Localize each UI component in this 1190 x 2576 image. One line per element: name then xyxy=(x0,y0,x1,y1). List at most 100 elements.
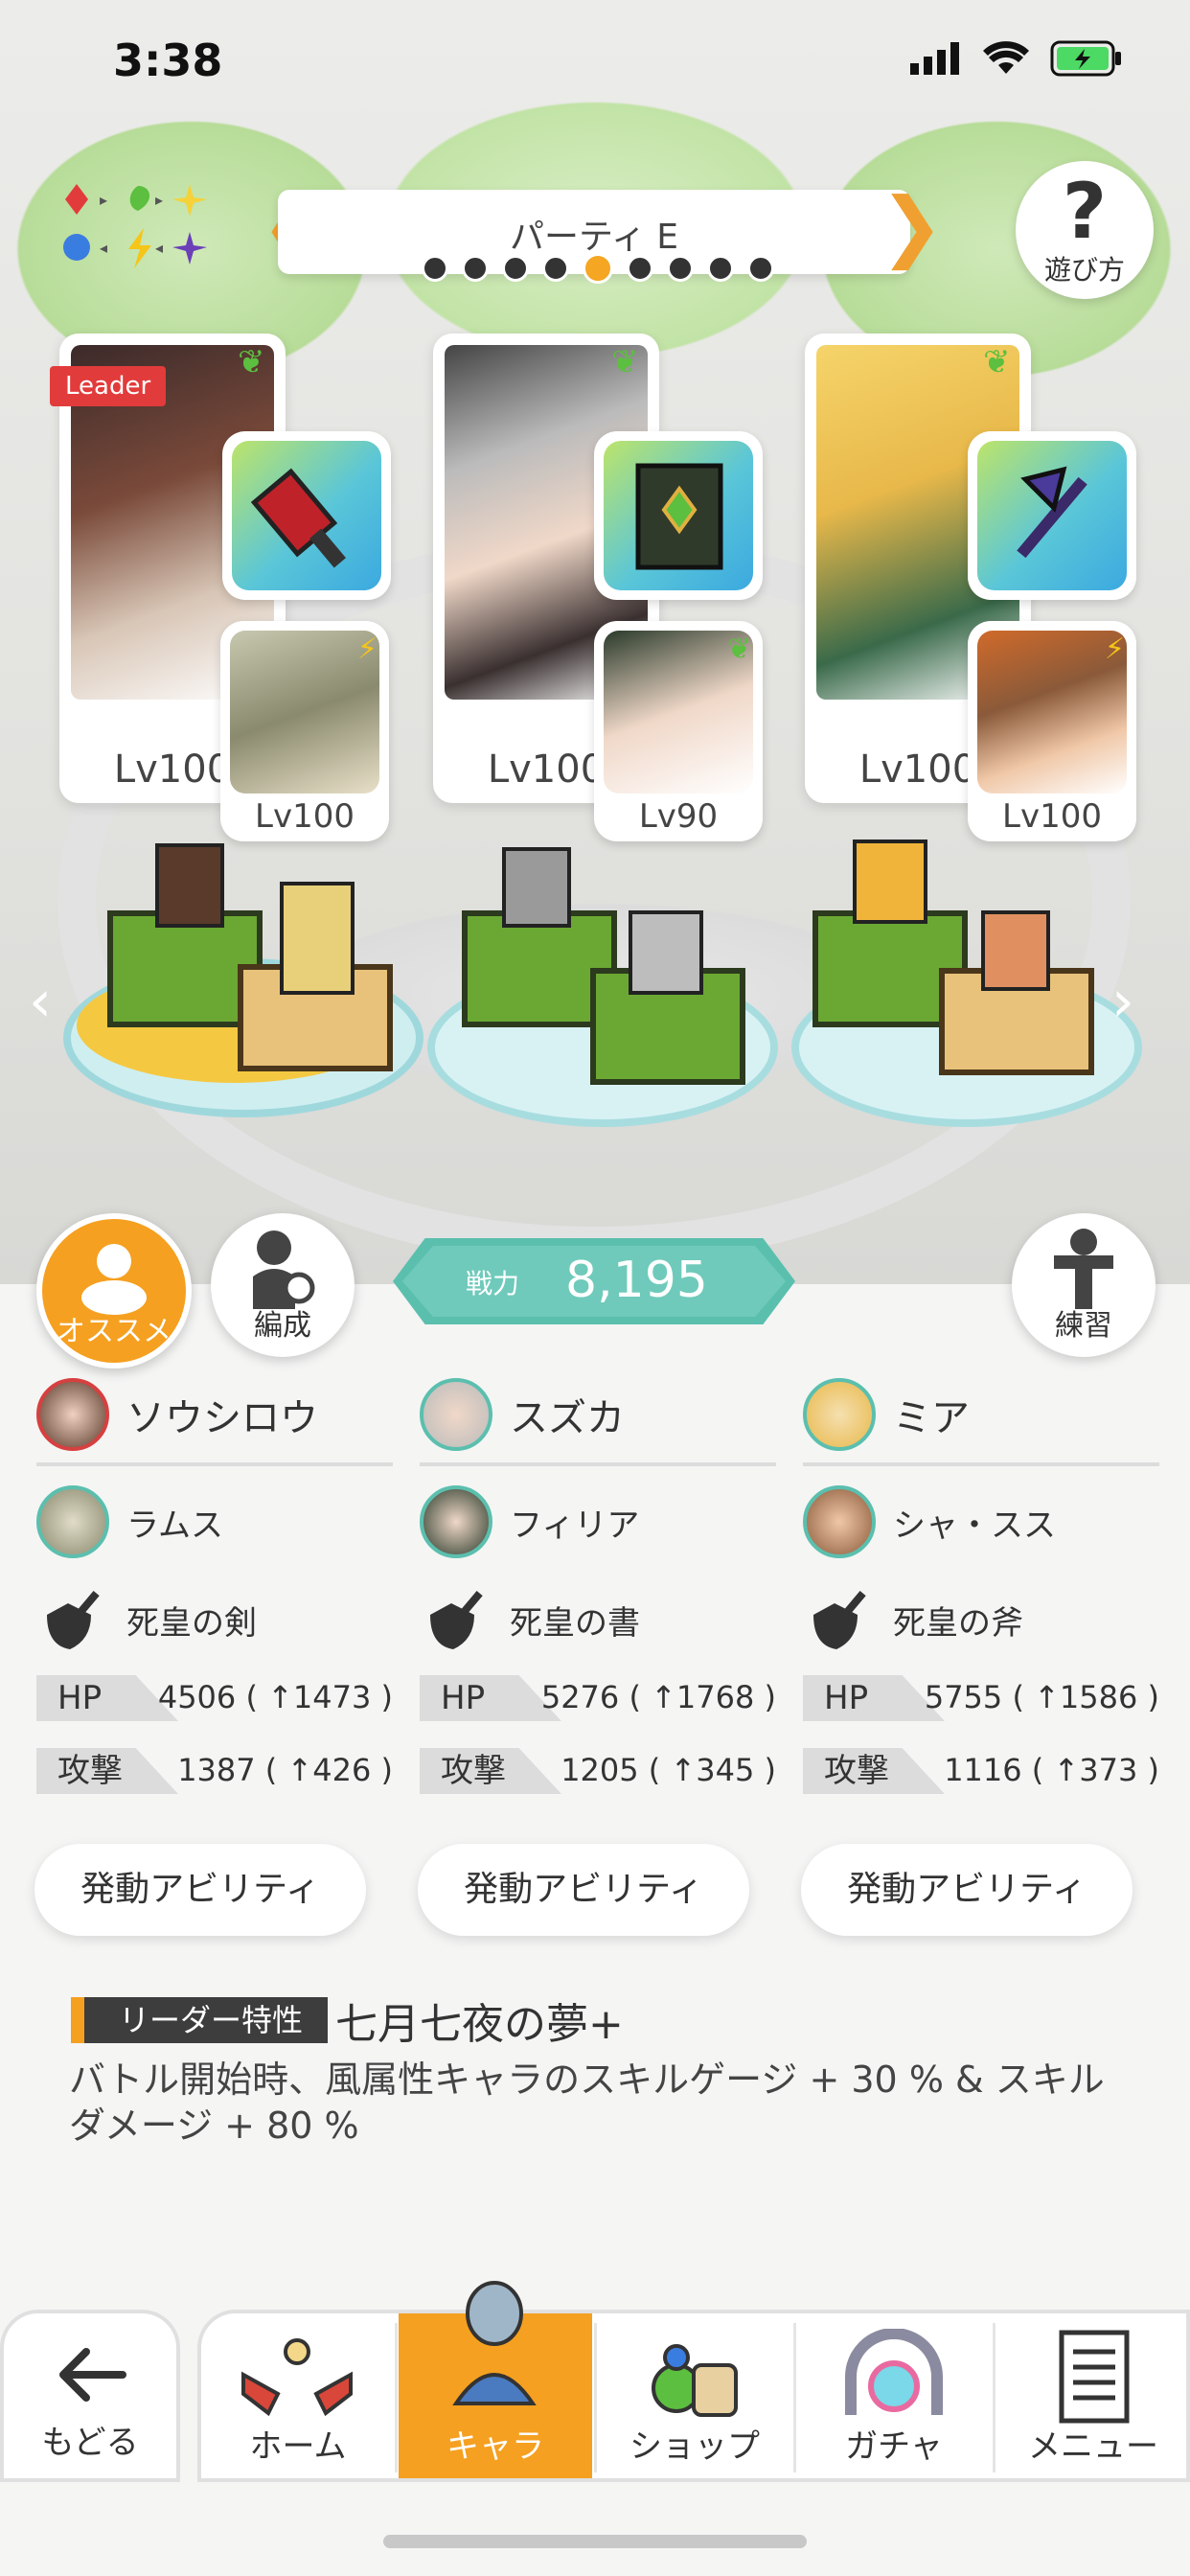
back-button[interactable]: もどる xyxy=(0,2310,180,2482)
attack-label: 攻撃 xyxy=(420,1748,561,1794)
svg-text:▸: ▸ xyxy=(155,191,163,209)
help-button[interactable]: ? 遊び方 xyxy=(1016,161,1154,299)
weapon-name: 死皇の剣 xyxy=(126,1603,257,1643)
help-label: 遊び方 xyxy=(1043,254,1125,286)
question-icon: ? xyxy=(1062,167,1108,256)
ability-button-3[interactable]: 発動アビリティ xyxy=(801,1844,1133,1936)
weapon-card-2[interactable] xyxy=(594,431,763,600)
weapon-icon xyxy=(420,1583,492,1656)
practice-label: 練習 xyxy=(1055,1309,1112,1343)
main-character-name: ミア xyxy=(893,1396,970,1440)
nav-menu[interactable]: メニュー xyxy=(996,2313,1190,2478)
weapon-icon xyxy=(803,1583,876,1656)
weapon-card-1[interactable] xyxy=(222,431,391,600)
party-page-indicator xyxy=(422,253,774,284)
sub-character-card-2[interactable]: ❦ Lv90 xyxy=(594,621,763,841)
attack-stat: 攻撃 1387 ( ↑426 ) xyxy=(36,1748,393,1804)
status-bar: 3:38 xyxy=(0,0,1190,125)
sub-character-card-1[interactable]: ⚡ Lv100 xyxy=(220,621,389,841)
practice-button[interactable]: 練習 xyxy=(1012,1213,1156,1357)
scene-left-arrow[interactable]: ‹ xyxy=(29,968,52,1035)
signal-icon xyxy=(910,42,959,75)
home-indicator xyxy=(383,2535,807,2548)
pixel-character xyxy=(502,847,571,928)
leader-trait-name: 七月七夜の夢+ xyxy=(335,2000,624,2049)
page-dot[interactable] xyxy=(747,255,774,282)
attack-value: 1387 ( ↑426 ) xyxy=(177,1752,393,1788)
main-character-row[interactable]: スズカ xyxy=(420,1376,776,1453)
axe-icon xyxy=(977,441,1127,590)
character-info-column-1: ソウシロウ ラムス 死皇の剣 HP 4506 ( ↑1473 ) 攻撃 1387 (… xyxy=(36,1376,393,1804)
svg-text:◂: ◂ xyxy=(155,239,163,257)
back-arrow-icon xyxy=(59,2348,126,2402)
leader-trait-tag: リーダー特性 xyxy=(71,1997,329,2043)
attack-value: 1205 ( ↑345 ) xyxy=(561,1752,776,1788)
leader-trait-description: バトル開始時、風属性キャラのスキルゲージ + 30 % & スキルダメージ + … xyxy=(69,2058,1105,2147)
element-chart-icon[interactable]: ▸ ▸ ◂ ◂ xyxy=(59,178,213,274)
home-icon xyxy=(241,2338,353,2417)
page-dot[interactable] xyxy=(667,255,694,282)
page-dot[interactable] xyxy=(542,255,569,282)
ability-button-1[interactable]: 発動アビリティ xyxy=(34,1844,366,1936)
gacha-label: ガチャ xyxy=(845,2427,943,2466)
thunder-element-icon: ⚡ xyxy=(356,632,378,666)
sub-character-name: フィリア xyxy=(510,1506,640,1545)
formation-icon xyxy=(253,1230,315,1309)
page-dot[interactable] xyxy=(502,255,529,282)
next-party-arrow[interactable]: ❯ xyxy=(880,188,944,264)
wifi-icon xyxy=(983,41,1029,74)
weapon-row[interactable]: 死皇の書 xyxy=(420,1581,776,1658)
hp-stat: HP 5755 ( ↑1586 ) xyxy=(803,1675,1159,1731)
wind-element-icon: ❦ xyxy=(238,343,265,381)
page-dot[interactable] xyxy=(707,255,734,282)
nav-shop[interactable]: ショップ xyxy=(598,2313,791,2478)
character-info-column-2: スズカ フィリア 死皇の書 HP 5276 ( ↑1768 ) 攻撃 1205 ( … xyxy=(420,1376,776,1804)
character-info-column-3: ミア シャ・スス 死皇の斧 HP 5755 ( ↑1586 ) 攻撃 1116 ( … xyxy=(803,1376,1159,1804)
recommend-label: オススメ xyxy=(57,1315,172,1348)
main-character-row[interactable]: ミア xyxy=(803,1376,1159,1453)
wind-element-icon: ❦ xyxy=(726,632,751,666)
sub-character-row[interactable]: シャ・スス xyxy=(803,1484,1159,1560)
sub-character-name: シャ・スス xyxy=(893,1506,1056,1545)
page-dot[interactable] xyxy=(462,255,489,282)
power-label: 戦力 xyxy=(466,1268,520,1300)
weapon-row[interactable]: 死皇の剣 xyxy=(36,1581,393,1658)
weapon-row[interactable]: 死皇の斧 xyxy=(803,1581,1159,1658)
svg-text:◂: ◂ xyxy=(100,239,107,257)
hp-label: HP xyxy=(420,1675,561,1721)
avatar xyxy=(803,1378,876,1451)
nav-gacha[interactable]: ガチャ xyxy=(797,2313,991,2478)
avatar xyxy=(420,1485,492,1558)
pixel-character xyxy=(853,840,927,924)
weapon-name: 死皇の書 xyxy=(510,1603,640,1643)
attack-stat: 攻撃 1205 ( ↑345 ) xyxy=(420,1748,776,1804)
page-dot[interactable] xyxy=(583,253,613,284)
book-icon xyxy=(604,441,753,590)
weapon-card-3[interactable] xyxy=(968,431,1136,600)
avatar xyxy=(420,1378,492,1451)
bottom-navigation: もどる ホーム キャラ ショップ ガチャ メニュー xyxy=(0,2281,1190,2496)
sub-character-card-3[interactable]: ⚡ Lv100 xyxy=(968,621,1136,841)
page-dot[interactable] xyxy=(422,255,448,282)
page-dot[interactable] xyxy=(627,255,653,282)
main-character-row[interactable]: ソウシロウ xyxy=(36,1376,393,1453)
svg-text:▸: ▸ xyxy=(100,191,107,209)
attack-label: 攻撃 xyxy=(36,1748,178,1794)
nav-home[interactable]: ホーム xyxy=(201,2313,395,2478)
avatar xyxy=(36,1485,109,1558)
wind-element-icon: ❦ xyxy=(611,343,639,381)
sub-character-row[interactable]: フィリア xyxy=(420,1484,776,1560)
nav-chara[interactable]: キャラ xyxy=(399,2281,592,2478)
recommend-button[interactable]: オススメ xyxy=(36,1213,192,1368)
chara-label: キャラ xyxy=(446,2427,544,2466)
weapon-name: 死皇の斧 xyxy=(893,1603,1023,1643)
ability-button-2[interactable]: 発動アビリティ xyxy=(418,1844,749,1936)
leader-tag: Leader xyxy=(50,366,167,406)
party-name: パーティ E xyxy=(509,218,679,257)
hp-value: 5276 ( ↑1768 ) xyxy=(540,1679,776,1715)
scene-right-arrow[interactable]: › xyxy=(1111,968,1134,1035)
hp-stat: HP 4506 ( ↑1473 ) xyxy=(36,1675,393,1731)
wind-element-icon: ❦ xyxy=(983,343,1011,381)
formation-button[interactable]: 編成 xyxy=(211,1213,355,1357)
sub-character-row[interactable]: ラムス xyxy=(36,1484,393,1560)
